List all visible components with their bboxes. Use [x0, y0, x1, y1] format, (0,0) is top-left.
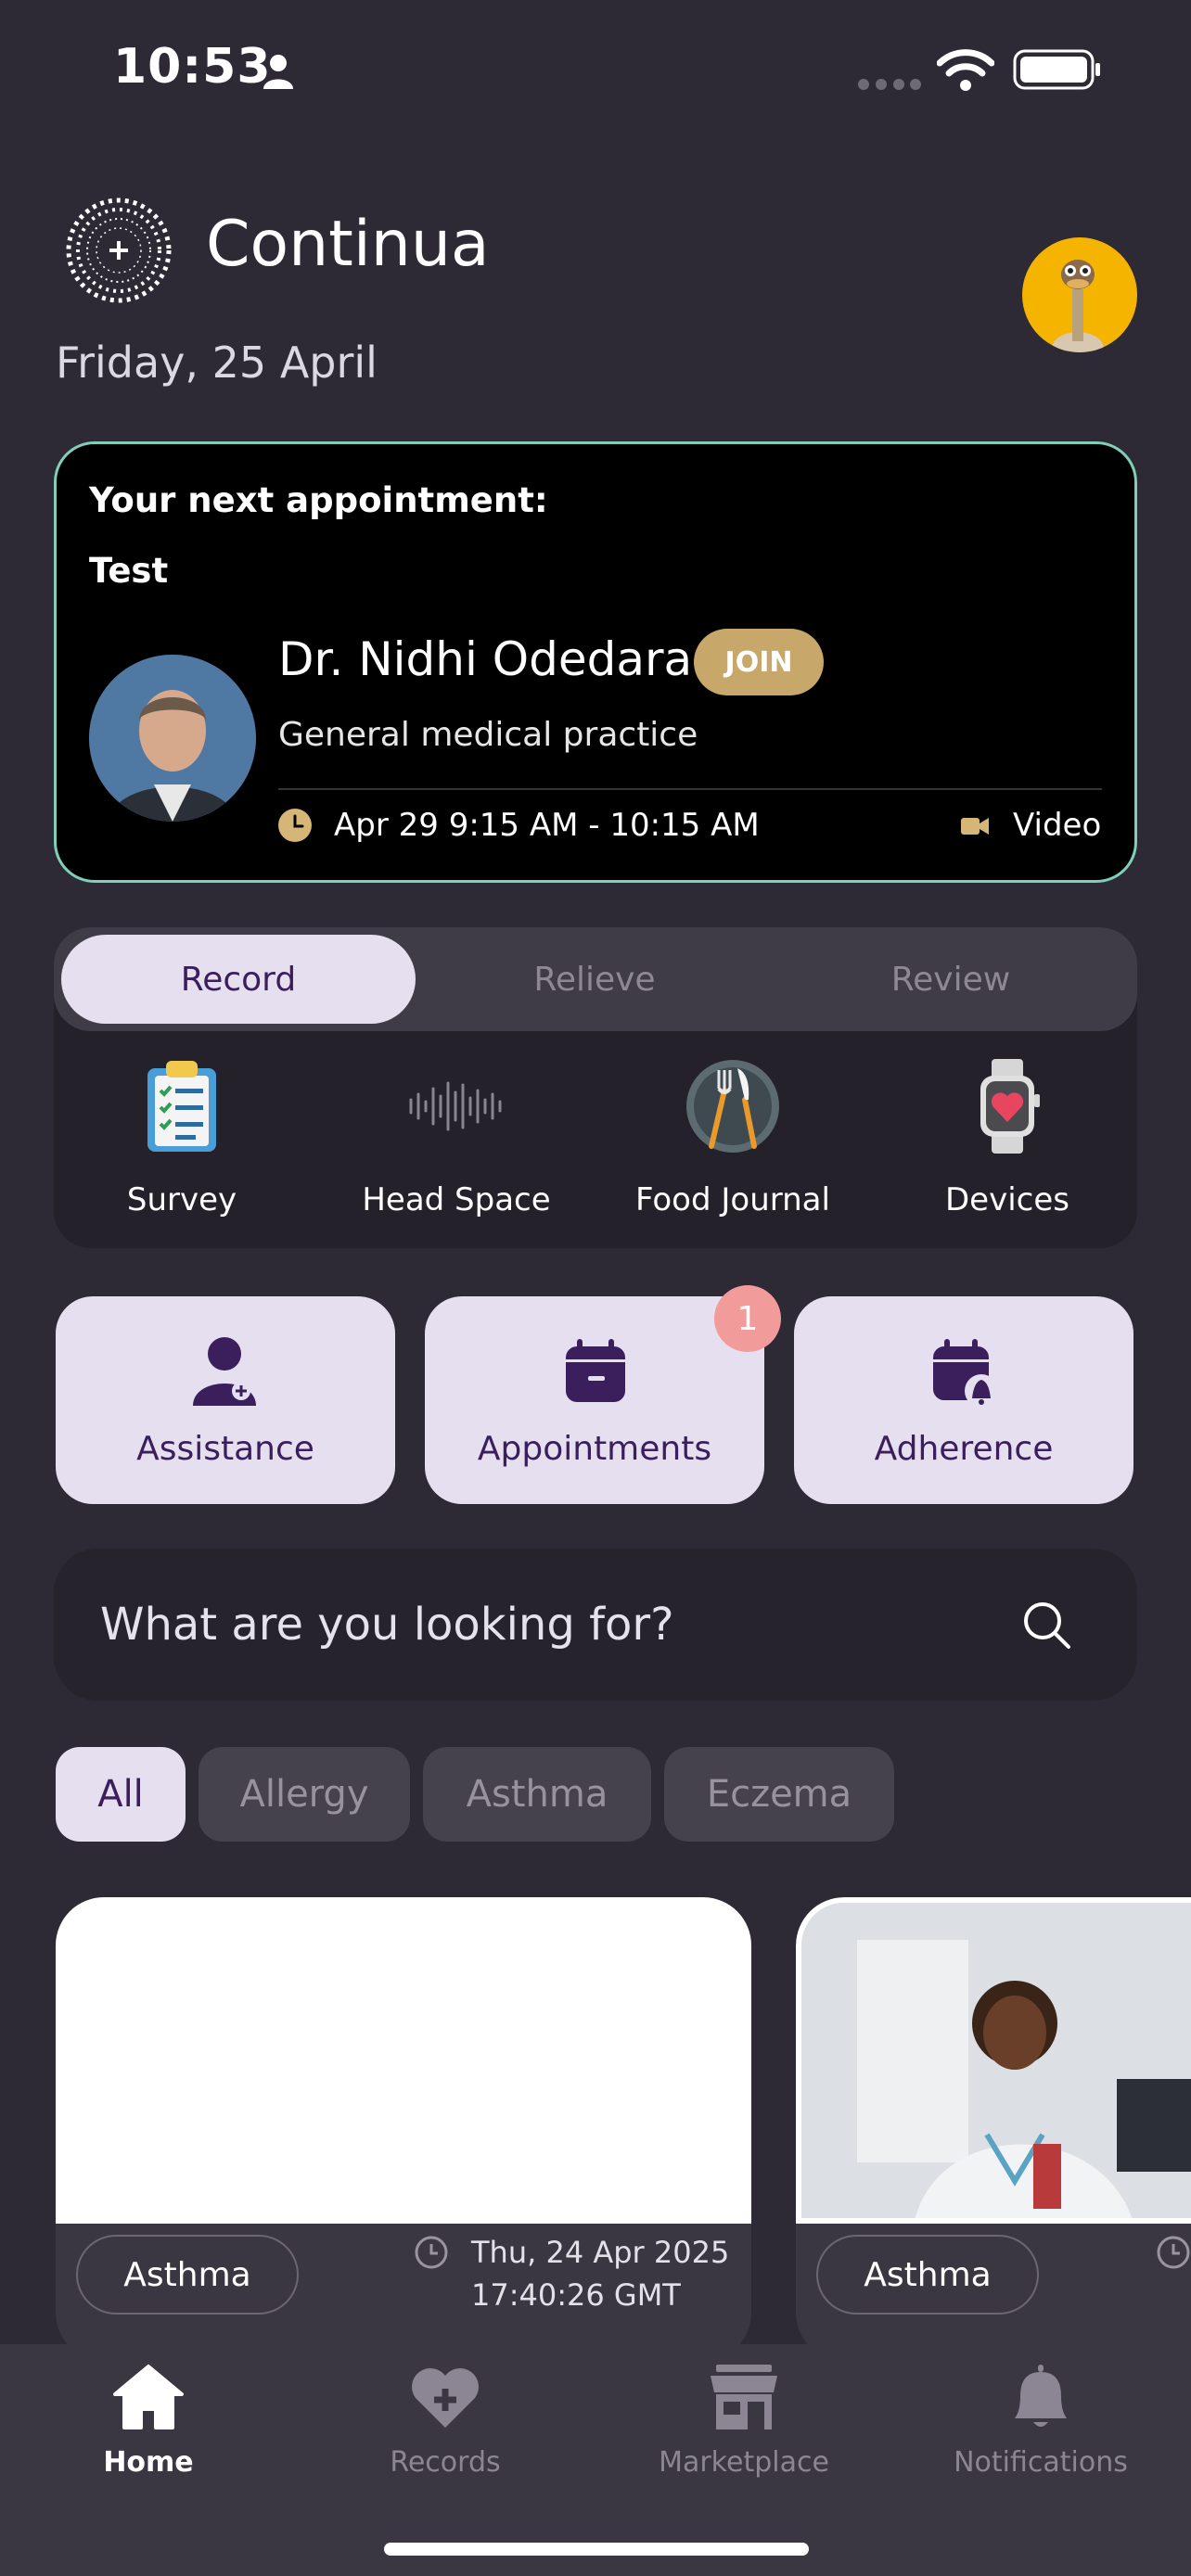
nav-home[interactable]: Home	[19, 2363, 278, 2479]
doctor-specialty: General medical practice	[278, 716, 698, 754]
battery-icon	[1013, 49, 1100, 90]
home-indicator	[384, 2543, 809, 2556]
divider	[278, 788, 1102, 790]
continua-logo-icon	[66, 198, 172, 303]
nav-home-label: Home	[103, 2446, 194, 2479]
join-button[interactable]: JOIN	[694, 629, 824, 695]
article-date-line: Thu, 24 Apr 2025	[471, 2235, 730, 2270]
assistance-button[interactable]: Assistance	[56, 1296, 395, 1504]
app-brand-title: Continua	[206, 208, 490, 281]
clock-icon	[278, 809, 312, 842]
tool-survey-label: Survey	[126, 1181, 237, 1218]
filter-chip-eczema[interactable]: Eczema	[664, 1747, 894, 1842]
soundwave-icon	[409, 1081, 502, 1131]
current-date: Friday, 25 April	[56, 338, 378, 388]
nav-notifications-label: Notifications	[954, 2446, 1128, 2479]
article-tag: Asthma	[816, 2235, 1039, 2315]
tab-relieve[interactable]: Relieve	[417, 935, 772, 1024]
video-camera-icon	[961, 818, 989, 835]
appointments-button[interactable]: Appointments	[425, 1296, 764, 1504]
appointment-mode: Video	[1013, 807, 1102, 844]
cellular-signal-icon	[858, 79, 921, 90]
filter-chip-all[interactable]: All	[56, 1747, 186, 1842]
article-image	[796, 1897, 1191, 2224]
calendar-icon	[566, 1338, 625, 1402]
tool-head-space-label: Head Space	[362, 1181, 551, 1218]
user-plus-icon	[193, 1336, 256, 1406]
tool-devices-label: Devices	[945, 1181, 1069, 1218]
article-tag: Asthma	[76, 2235, 299, 2315]
store-icon	[711, 2365, 777, 2429]
article-image	[56, 1897, 751, 2224]
profile-avatar[interactable]	[1022, 237, 1137, 352]
search-icon[interactable]	[1020, 1599, 1072, 1651]
nav-notifications[interactable]: Notifications	[911, 2363, 1171, 2479]
tool-survey[interactable]: Survey	[52, 1057, 312, 1233]
clock-icon	[415, 2236, 448, 2269]
filter-chip-allergy[interactable]: Allergy	[198, 1747, 410, 1842]
article-date: Thu, 24 Apr 2025 17:40:26 GMT	[471, 2231, 729, 2316]
appointment-heading: Your next appointment:	[89, 480, 548, 520]
nav-records-label: Records	[390, 2446, 501, 2479]
tool-food-journal[interactable]: Food Journal	[603, 1057, 863, 1233]
search-input[interactable]	[100, 1589, 935, 1660]
nav-marketplace-label: Marketplace	[659, 2446, 829, 2479]
doctor-name: Dr. Nidhi Odedara	[278, 632, 693, 686]
bell-icon	[1015, 2365, 1067, 2427]
clipboard-checklist-icon	[147, 1061, 216, 1152]
doctor-photo	[89, 655, 256, 822]
tab-record[interactable]: Record	[61, 935, 416, 1024]
heart-plus-icon	[412, 2368, 479, 2428]
appointments-label: Appointments	[477, 1429, 712, 1468]
status-time: 10:53	[113, 39, 272, 95]
assistance-label: Assistance	[136, 1429, 314, 1468]
filter-chip-asthma[interactable]: Asthma	[423, 1747, 651, 1842]
clock-icon	[1157, 2236, 1190, 2269]
adherence-button[interactable]: Adherence	[794, 1296, 1133, 1504]
nav-marketplace[interactable]: Marketplace	[614, 2363, 874, 2479]
tool-head-space[interactable]: Head Space	[327, 1057, 586, 1233]
wifi-icon	[937, 49, 994, 91]
home-icon	[113, 2365, 184, 2429]
tool-food-journal-label: Food Journal	[635, 1181, 830, 1218]
appointments-badge: 1	[714, 1285, 781, 1352]
person-icon	[263, 55, 293, 89]
fork-knife-plate-icon	[686, 1060, 779, 1153]
smartwatch-heart-icon	[980, 1059, 1040, 1154]
tab-review[interactable]: Review	[774, 935, 1128, 1024]
appointment-title: Test	[89, 551, 169, 591]
appointment-time: Apr 29 9:15 AM - 10:15 AM	[334, 807, 760, 844]
ostrich-avatar-icon	[1052, 260, 1104, 352]
tool-devices[interactable]: Devices	[877, 1057, 1137, 1233]
calendar-bell-icon	[933, 1338, 998, 1408]
article-time-line: 17:40:26 GMT	[471, 2277, 681, 2313]
nav-records[interactable]: Records	[315, 2363, 575, 2479]
adherence-label: Adherence	[874, 1429, 1054, 1468]
